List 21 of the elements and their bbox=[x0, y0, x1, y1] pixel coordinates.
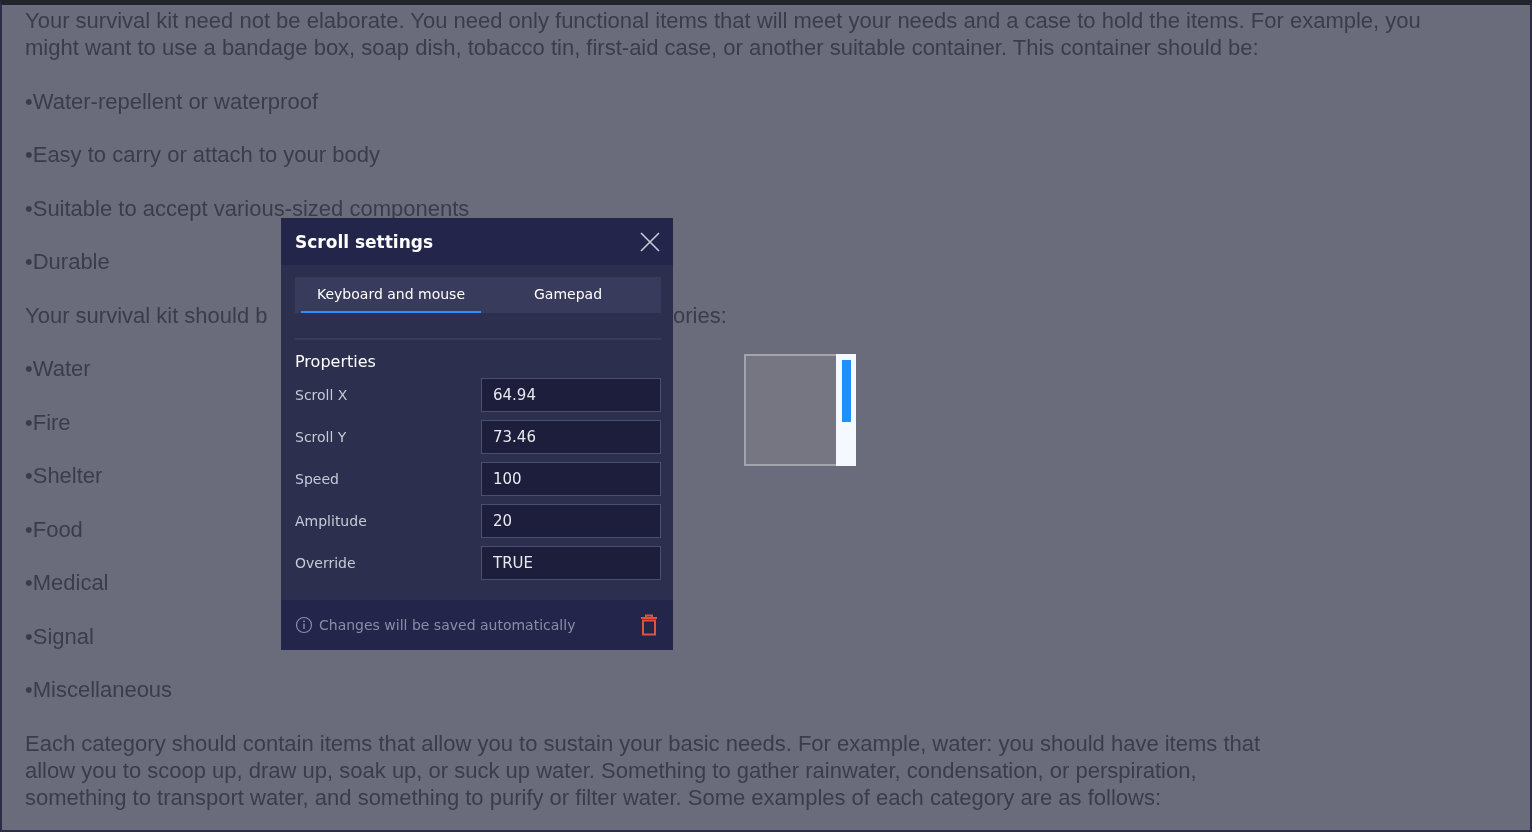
input-field[interactable]: 20 bbox=[481, 504, 661, 538]
close-icon bbox=[640, 231, 660, 252]
property-label: Override bbox=[295, 555, 356, 571]
input-field[interactable]: 100 bbox=[481, 462, 661, 496]
property-label: Scroll X bbox=[295, 387, 348, 403]
info-icon bbox=[295, 616, 313, 634]
dialog-title: Scroll settings bbox=[295, 231, 434, 252]
footer-note: Changes will be saved automatically bbox=[319, 617, 576, 633]
input-field[interactable]: 73.46 bbox=[481, 420, 661, 454]
scrollbar-thumb[interactable] bbox=[842, 360, 851, 422]
tab[interactable]: Keyboard and mouse bbox=[301, 277, 481, 313]
input-field[interactable]: 64.94 bbox=[481, 378, 661, 412]
property-label: Amplitude bbox=[295, 513, 367, 529]
tab[interactable]: Gamepad bbox=[481, 277, 655, 313]
input-field[interactable]: TRUE bbox=[481, 546, 661, 580]
trash-icon bbox=[639, 614, 659, 636]
property-label: Scroll Y bbox=[295, 429, 347, 445]
property-label: Speed bbox=[295, 471, 339, 487]
close-button[interactable] bbox=[639, 230, 661, 253]
delete-button[interactable] bbox=[639, 614, 659, 636]
section-title: Properties bbox=[295, 352, 377, 371]
